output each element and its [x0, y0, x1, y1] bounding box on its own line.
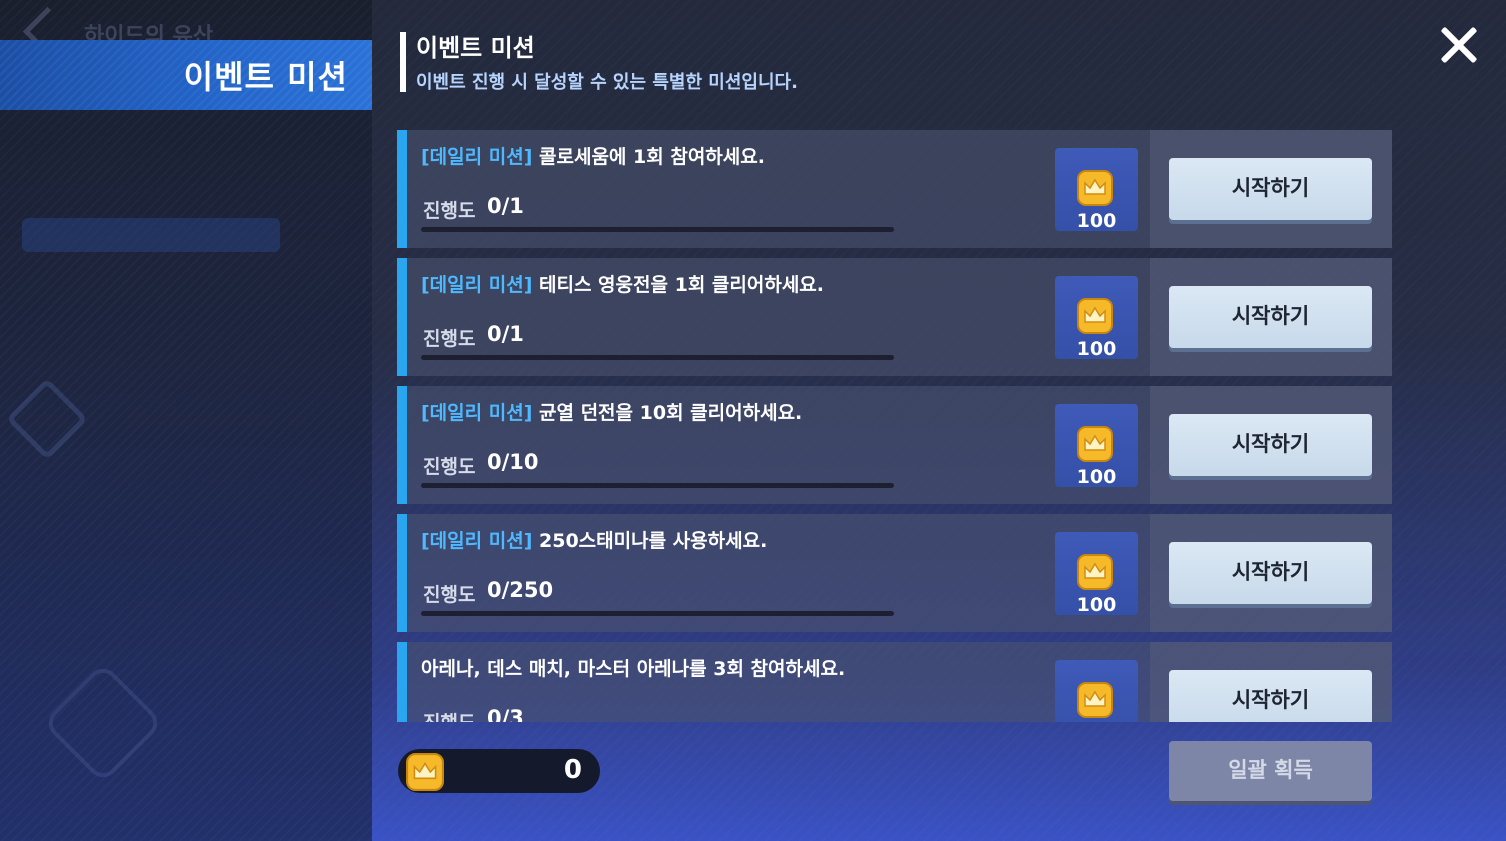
- reward-box: 100: [1055, 404, 1138, 488]
- points-counter: 0: [398, 749, 600, 793]
- reward-box: 100: [1055, 276, 1138, 360]
- mission-description: [데일리 미션] 콜로세움에 1회 참여하세요.: [421, 142, 765, 169]
- page-title: 이벤트 미션: [416, 34, 535, 62]
- progress-value: 0/1: [487, 322, 524, 346]
- progress-value: 0/3: [487, 706, 524, 722]
- reward-box: 100: [1055, 532, 1138, 616]
- mission-accent-bar: [397, 386, 407, 504]
- start-button[interactable]: 시작하기: [1169, 158, 1372, 220]
- background-left-panel: 하이드의 유산: [0, 0, 372, 841]
- mission-tag: [데일리 미션]: [421, 402, 533, 424]
- mission-accent-bar: [397, 130, 407, 248]
- progress-value: 0/1: [487, 194, 524, 218]
- progress-bar: [421, 483, 894, 488]
- sidebar-title: 이벤트 미션: [183, 58, 348, 96]
- mission-row: [데일리 미션] 250스태미나를 사용하세요. 진행도 0/250 100 시…: [397, 514, 1392, 632]
- mission-row: [데일리 미션] 균열 던전을 10회 클리어하세요. 진행도 0/10 100…: [397, 386, 1392, 504]
- mission-description: 아레나, 데스 매치, 마스터 아레나를 3회 참여하세요.: [421, 654, 845, 681]
- mission-accent-bar: [397, 258, 407, 376]
- mission-text: 아레나, 데스 매치, 마스터 아레나를 3회 참여하세요.: [421, 658, 846, 680]
- mission-description: [데일리 미션] 250스태미나를 사용하세요.: [421, 526, 767, 553]
- progress-value: 0/10: [487, 450, 539, 474]
- mission-text: 콜로세움에 1회 참여하세요.: [532, 146, 765, 168]
- sidebar-title-banner: 이벤트 미션: [0, 40, 372, 110]
- progress-bar: [421, 355, 894, 360]
- mission-text: 250스태미나를 사용하세요.: [532, 530, 768, 552]
- reward-box: [1055, 660, 1138, 722]
- mission-tag: [데일리 미션]: [421, 146, 533, 168]
- mission-text: 테티스 영웅전을 1회 클리어하세요.: [532, 274, 825, 296]
- mission-accent-bar: [397, 514, 407, 632]
- crown-coin-icon: [1077, 170, 1113, 206]
- start-button[interactable]: 시작하기: [1169, 542, 1372, 604]
- mission-tag: [데일리 미션]: [421, 274, 533, 296]
- progress-label: 진행도: [423, 584, 476, 606]
- mission-description: [데일리 미션] 테티스 영웅전을 1회 클리어하세요.: [421, 270, 824, 297]
- progress-value: 0/250: [487, 578, 554, 602]
- crown-coin-icon: [1077, 298, 1113, 334]
- points-value: 0: [563, 755, 582, 785]
- start-button[interactable]: 시작하기: [1169, 670, 1372, 722]
- mission-text: 균열 던전을 10회 클리어하세요.: [532, 402, 803, 424]
- background-button-shape: [22, 218, 280, 252]
- crown-coin-icon: [1077, 554, 1113, 590]
- start-button[interactable]: 시작하기: [1169, 286, 1372, 348]
- progress-label: 진행도: [423, 456, 476, 478]
- progress-bar: [421, 227, 894, 232]
- mission-row: 아레나, 데스 매치, 마스터 아레나를 3회 참여하세요. 진행도 0/3 시…: [397, 642, 1392, 722]
- claim-all-button[interactable]: 일괄 획득: [1169, 741, 1372, 801]
- crown-coin-icon: [1077, 426, 1113, 462]
- mission-row: [데일리 미션] 테티스 영웅전을 1회 클리어하세요. 진행도 0/1 100…: [397, 258, 1392, 376]
- close-icon[interactable]: [1436, 22, 1482, 68]
- start-button[interactable]: 시작하기: [1169, 414, 1372, 476]
- mission-accent-bar: [397, 642, 407, 722]
- progress-label: 진행도: [423, 200, 476, 222]
- reward-amount: 100: [1076, 594, 1117, 616]
- crown-coin-icon: [406, 753, 444, 791]
- reward-amount: 100: [1076, 210, 1117, 232]
- header-accent-bar: [400, 32, 406, 92]
- mission-row: [데일리 미션] 콜로세움에 1회 참여하세요. 진행도 0/1 100 시작하…: [397, 130, 1392, 248]
- mission-list[interactable]: [데일리 미션] 콜로세움에 1회 참여하세요. 진행도 0/1 100 시작하…: [397, 130, 1392, 722]
- mission-description: [데일리 미션] 균열 던전을 10회 클리어하세요.: [421, 398, 802, 425]
- page-subtitle: 이벤트 진행 시 달성할 수 있는 특별한 미션입니다.: [416, 72, 798, 93]
- reward-amount: 100: [1076, 466, 1117, 488]
- crown-coin-icon: [1077, 682, 1113, 718]
- progress-bar: [421, 611, 894, 616]
- progress-label: 진행도: [423, 328, 476, 350]
- reward-amount: 100: [1076, 338, 1117, 360]
- mission-tag: [데일리 미션]: [421, 530, 533, 552]
- progress-label: 진행도: [423, 708, 475, 722]
- reward-box: 100: [1055, 148, 1138, 232]
